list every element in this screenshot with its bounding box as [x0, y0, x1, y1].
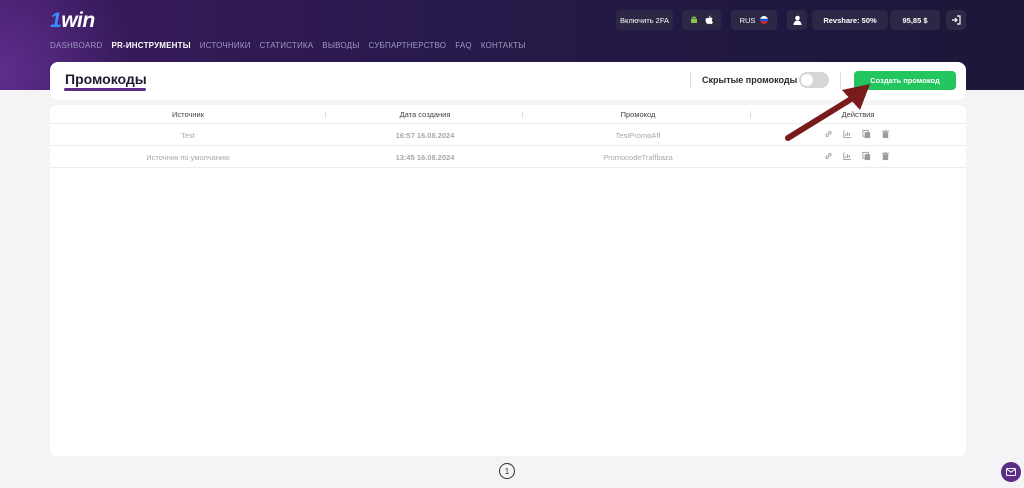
enable-2fa-button[interactable]: Включить 2FA: [616, 10, 673, 30]
logout-icon: [952, 15, 961, 25]
mail-icon: [1006, 468, 1016, 476]
page-title: Промокоды: [65, 71, 147, 87]
nav-faq[interactable]: FAQ: [455, 41, 472, 50]
table-row: Источник по умолчанию 13:45 16.08.2024 P…: [50, 146, 966, 168]
toggle-knob: [801, 74, 813, 86]
row-actions: [824, 151, 890, 161]
nav-subpartnership[interactable]: СУБПАРТНЕРСТВО: [369, 41, 447, 50]
chart-icon[interactable]: [843, 129, 852, 139]
nav-contacts[interactable]: КОНТАКТЫ: [481, 41, 526, 50]
trash-icon[interactable]: [881, 129, 890, 139]
cell-source: Test: [181, 131, 195, 140]
column-header-actions: Действия: [841, 110, 875, 119]
nav-statistics[interactable]: СТАТИСТИКА: [260, 41, 314, 50]
column-header-source: Источник: [171, 110, 205, 119]
trash-icon[interactable]: [881, 151, 890, 161]
column-separator: [522, 111, 523, 118]
pagination-page-button[interactable]: 1: [499, 463, 515, 479]
divider: [840, 72, 841, 89]
apple-icon[interactable]: [704, 15, 714, 25]
russia-flag-icon: [760, 16, 769, 24]
column-separator: [750, 111, 751, 118]
enable-2fa-label: Включить 2FA: [619, 15, 670, 25]
support-chat-button[interactable]: [1001, 462, 1021, 482]
logout-button[interactable]: [946, 10, 966, 30]
main-nav: DASHBOARD PR-ИНСТРУМЕНТЫ ИСТОЧНИКИ СТАТИ…: [50, 41, 526, 50]
language-selector[interactable]: RUS: [731, 10, 777, 30]
top-toolbar: Включить 2FA RUS Revshare: 50% 95,85 $: [0, 10, 1024, 30]
nav-sources[interactable]: ИСТОЧНИКИ: [200, 41, 251, 50]
link-icon[interactable]: [824, 129, 833, 139]
title-underline: [64, 88, 146, 91]
chart-icon[interactable]: [843, 151, 852, 161]
hidden-promocodes-label: Скрытые промокоды: [702, 75, 798, 85]
revshare-label: Revshare: 50%: [823, 15, 877, 25]
profile-button[interactable]: [787, 10, 807, 30]
table-row: Test 16:57 16.08.2024 TestPromoAff: [50, 124, 966, 146]
table-header: Источник Дата создания Промокод Действия: [50, 105, 966, 124]
balance-badge[interactable]: 95,85 $: [890, 10, 940, 30]
copy-icon[interactable]: [862, 151, 871, 161]
cell-date: 16:57 16.08.2024: [395, 131, 455, 140]
nav-payouts[interactable]: ВЫВОДЫ: [322, 41, 359, 50]
balance-label: 95,85 $: [902, 15, 928, 25]
revshare-badge: Revshare: 50%: [812, 10, 888, 30]
nav-dashboard[interactable]: DASHBOARD: [50, 41, 102, 50]
hidden-promocodes-toggle[interactable]: [799, 72, 829, 88]
promocodes-table: Источник Дата создания Промокод Действия…: [50, 105, 966, 456]
column-header-date: Дата создания: [399, 110, 451, 119]
create-promocode-button[interactable]: Создать промокод: [854, 71, 956, 90]
column-separator: [325, 111, 326, 118]
user-icon: [793, 15, 801, 25]
nav-pr-tools[interactable]: PR-ИНСТРУМЕНТЫ: [111, 41, 190, 50]
cell-date: 13:45 16.08.2024: [395, 153, 455, 162]
promocodes-header-card: Промокоды Скрытые промокоды Создать пром…: [50, 62, 966, 100]
android-icon[interactable]: [689, 15, 699, 25]
divider: [690, 72, 691, 89]
copy-icon[interactable]: [862, 129, 871, 139]
cell-promocode: PromocodeTraffbaza: [603, 153, 673, 162]
cell-source: Источник по умолчанию: [146, 153, 230, 162]
cell-promocode: TestPromoAff: [615, 131, 661, 140]
column-header-promocode: Промокод: [620, 110, 656, 119]
link-icon[interactable]: [824, 151, 833, 161]
app-download-group: [682, 10, 721, 30]
language-label: RUS: [739, 15, 756, 25]
row-actions: [824, 129, 890, 139]
